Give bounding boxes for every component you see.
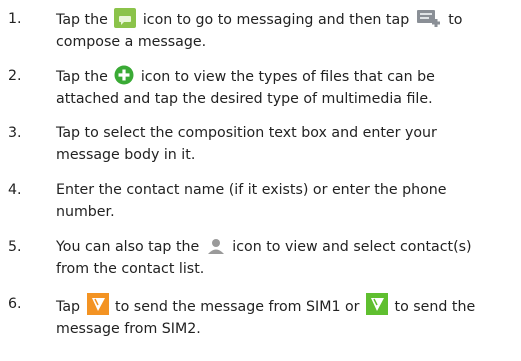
step-text: Tap to send the message from SIM1 or to … [56, 293, 516, 340]
contacts-icon [206, 237, 226, 255]
messaging-icon [114, 8, 137, 28]
step-number: 2. [8, 68, 22, 84]
step-text: Enter the contact name (if it exists) or… [56, 182, 447, 220]
add-attachment-icon [114, 65, 134, 85]
compose-icon [416, 8, 442, 28]
step-text: Tap the icon to go to messaging and then… [56, 8, 516, 53]
step-text: Tap the icon to view the types of files … [56, 65, 516, 110]
step-text: You can also tap the icon to view and se… [56, 237, 472, 277]
step-number: 3. [8, 125, 22, 141]
step-number: 1. [8, 11, 22, 27]
instruction-list: 1. Tap the icon to go to messaging and t… [0, 0, 521, 361]
step-number: 4. [8, 182, 22, 198]
step-number: 5. [8, 239, 22, 255]
send-sim1-icon [86, 293, 109, 315]
send-sim2-icon [366, 293, 389, 315]
step-text: Tap to select the composition text box a… [56, 125, 437, 163]
step-number: 6. [8, 296, 22, 312]
